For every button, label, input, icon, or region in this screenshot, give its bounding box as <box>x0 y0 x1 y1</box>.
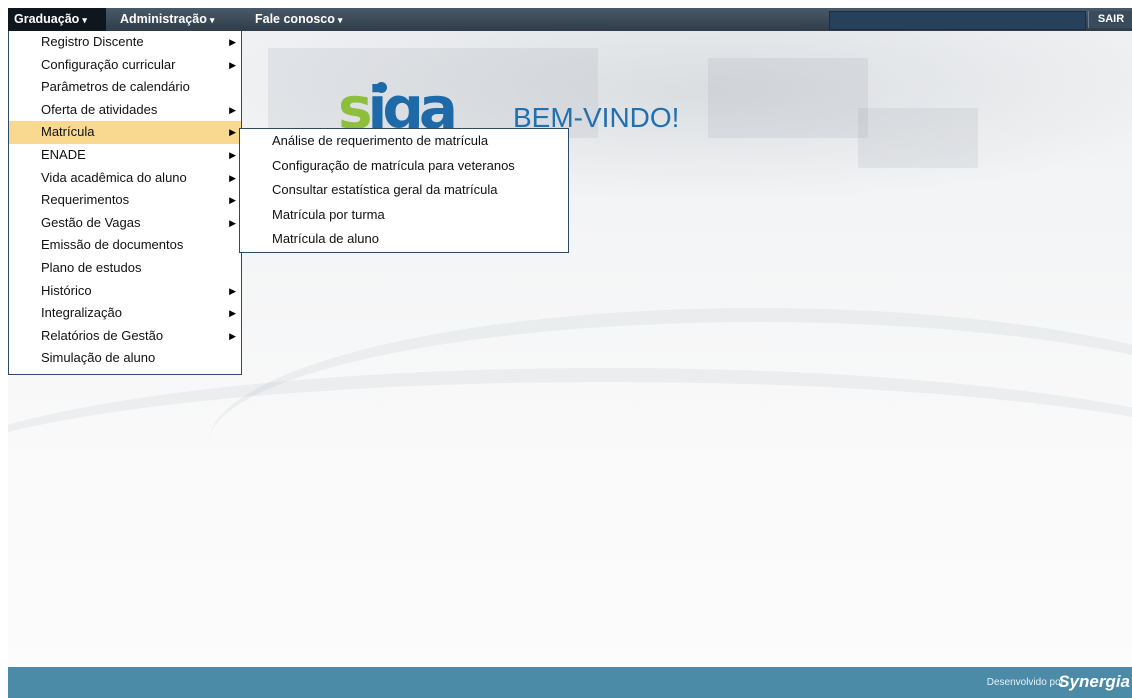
logout-button[interactable]: SAIR <box>1088 11 1132 28</box>
submenu-item-estatistica-geral[interactable]: Consultar estatística geral da matrícula <box>240 178 568 203</box>
menu-item-emissao-documentos[interactable]: Emissão de documentos <box>9 234 241 257</box>
menu-item-label: Matrícula <box>41 124 95 140</box>
nav-fale-conosco-label: Fale conosco <box>255 12 335 26</box>
menu-item-gestao-vagas[interactable]: Gestão de Vagas ▶ <box>9 212 241 235</box>
menu-item-label: Oferta de atividades <box>41 101 158 117</box>
nav-graduacao[interactable]: Graduação ▾ <box>8 8 106 31</box>
nav-administracao-label: Administração <box>120 12 207 26</box>
menu-item-configuracao-curricular[interactable]: Configuração curricular ▶ <box>9 54 241 77</box>
submenu-arrow-icon: ▶ <box>229 127 236 138</box>
submenu-item-configuracao-veteranos[interactable]: Configuração de matrícula para veteranos <box>240 154 568 179</box>
menu-item-label: Parâmetros de calendário <box>41 79 190 95</box>
menu-item-label: Emissão de documentos <box>41 237 184 253</box>
menu-item-label: Configuração curricular <box>41 56 176 72</box>
menu-item-historico[interactable]: Histórico ▶ <box>9 280 241 303</box>
matricula-submenu: Análise de requerimento de matrícula Con… <box>239 128 569 253</box>
chevron-down-icon: ▾ <box>82 15 87 25</box>
nav-fale-conosco[interactable]: Fale conosco ▾ <box>249 8 359 31</box>
menu-item-label: Histórico <box>41 282 92 298</box>
navbar-user-area <box>829 11 1086 30</box>
submenu-item-matricula-de-aluno[interactable]: Matrícula de aluno <box>240 227 568 252</box>
menu-item-oferta-atividades[interactable]: Oferta de atividades ▶ <box>9 99 241 122</box>
submenu-arrow-icon: ▶ <box>229 195 236 206</box>
menu-item-label: Requerimentos <box>41 192 130 208</box>
menu-item-integralizacao[interactable]: Integralização ▶ <box>9 302 241 325</box>
menu-item-label: Simulação de aluno <box>41 350 156 366</box>
top-navbar: Graduação ▾ Administração ▾ Fale conosco ▾ … <box>8 8 1132 31</box>
menu-item-simulacao-aluno[interactable]: Simulação de aluno <box>9 347 241 370</box>
nav-administracao[interactable]: Administração ▾ <box>114 8 238 31</box>
menu-item-registro-discente[interactable]: Registro Discente ▶ <box>9 31 241 54</box>
submenu-arrow-icon: ▶ <box>229 104 236 115</box>
logo-dot <box>376 82 387 93</box>
submenu-arrow-icon: ▶ <box>229 217 236 228</box>
chevron-down-icon: ▾ <box>337 15 343 25</box>
menu-item-relatorios-gestao[interactable]: Relatórios de Gestão ▶ <box>9 325 241 348</box>
menu-item-label: Integralização <box>41 305 122 321</box>
submenu-item-analise-requerimento[interactable]: Análise de requerimento de matrícula <box>240 129 568 154</box>
synergia-logo: Synergia <box>1058 672 1130 691</box>
app-frame: Graduação ▾ Administração ▾ Fale conosco ▾ … <box>8 8 1132 698</box>
chevron-down-icon: ▾ <box>209 15 215 25</box>
menu-item-label: Vida acadêmica do aluno <box>41 169 187 185</box>
submenu-arrow-icon: ▶ <box>229 330 236 341</box>
menu-item-matricula[interactable]: Matrícula ▶ <box>9 121 241 144</box>
menu-item-label: Gestão de Vagas <box>41 214 141 230</box>
menu-item-parametros-calendario[interactable]: Parâmetros de calendário <box>9 76 241 99</box>
graduacao-dropdown-menu: Registro Discente ▶ Configuração curricul… <box>8 31 242 375</box>
menu-item-label: Registro Discente <box>41 34 144 49</box>
menu-item-vida-academica[interactable]: Vida acadêmica do aluno ▶ <box>9 167 241 190</box>
nav-graduacao-label: Graduação <box>14 12 80 26</box>
submenu-arrow-icon: ▶ <box>229 308 236 319</box>
menu-item-plano-estudos[interactable]: Plano de estudos <box>9 257 241 280</box>
footer: Desenvolvido por Synergia <box>8 667 1132 698</box>
menu-item-label: Plano de estudos <box>41 259 142 275</box>
menu-item-label: Relatórios de Gestão <box>41 327 164 343</box>
submenu-arrow-icon: ▶ <box>229 149 236 160</box>
submenu-arrow-icon: ▶ <box>229 172 236 183</box>
submenu-arrow-icon: ▶ <box>229 285 236 296</box>
background-building <box>858 108 978 168</box>
submenu-arrow-icon: ▶ <box>229 59 236 70</box>
menu-item-requerimentos[interactable]: Requerimentos ▶ <box>9 189 241 212</box>
footer-developed-by: Desenvolvido por <box>986 677 1064 688</box>
submenu-item-matricula-por-turma[interactable]: Matrícula por turma <box>240 203 568 228</box>
menu-item-label: ENADE <box>41 146 86 162</box>
background-building <box>708 58 868 138</box>
submenu-arrow-icon: ▶ <box>229 37 236 47</box>
menu-item-enade[interactable]: ENADE ▶ <box>9 144 241 167</box>
